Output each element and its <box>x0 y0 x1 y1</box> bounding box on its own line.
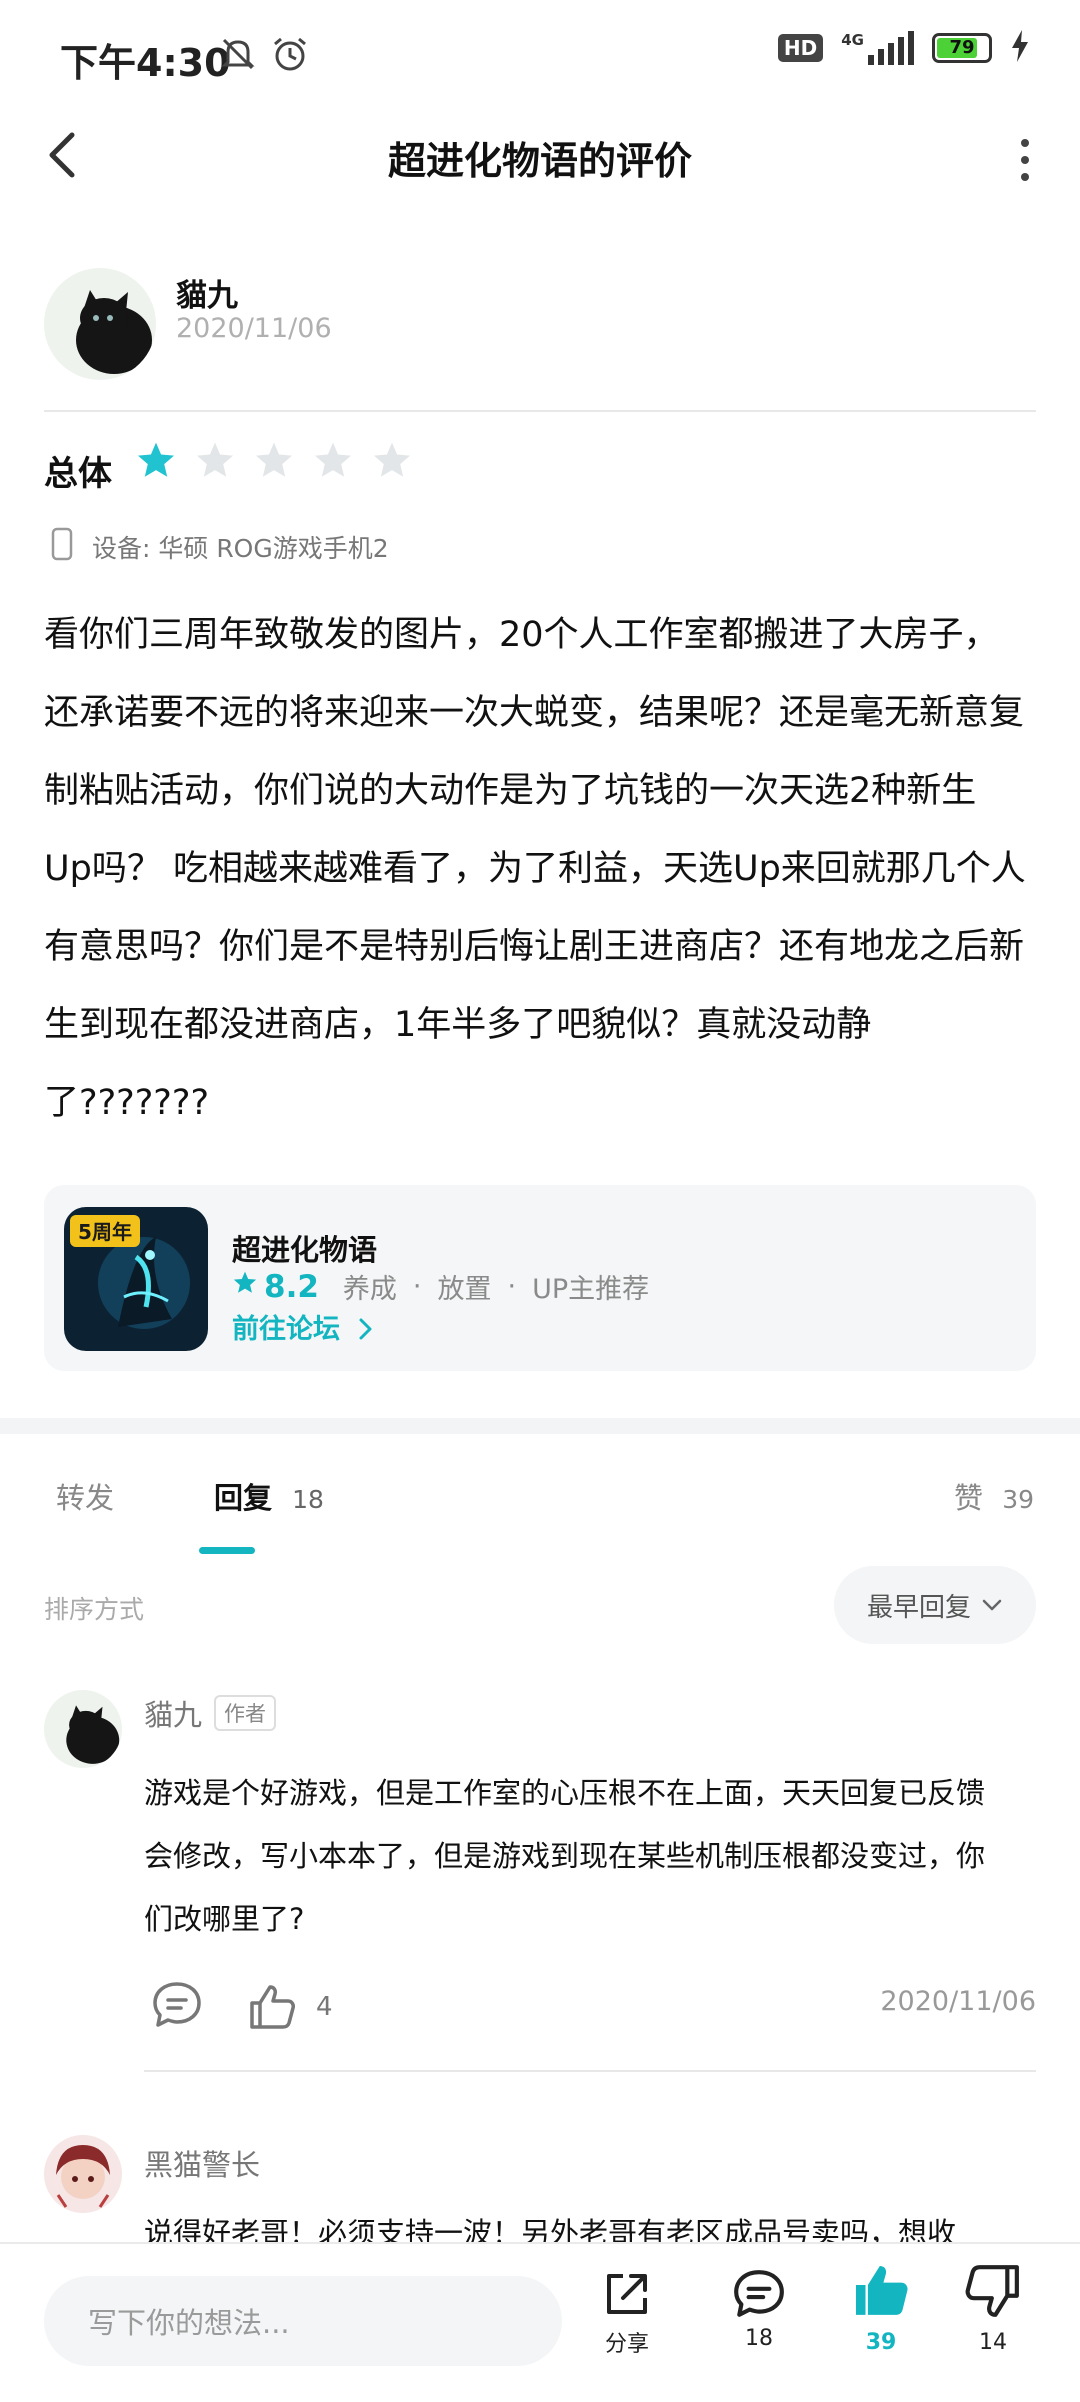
forum-link-label: 前往论坛 <box>232 1314 340 1345</box>
device-info: 设备: 华硕 ROG游戏手机2 <box>50 527 389 567</box>
review-line: 看你们三周年致敬发的图片，20个人工作室都搬进了大房子， <box>44 615 999 655</box>
star-empty-icon <box>196 442 234 477</box>
battery-icon: 79 <box>932 33 992 63</box>
status-icons: HD 4G 79 <box>777 30 1030 66</box>
author-name[interactable]: 貓九 <box>176 270 238 315</box>
tab-like-count: 39 <box>1002 1485 1034 1514</box>
tab-reply[interactable]: 回复 18 <box>214 1475 324 1517</box>
game-icon[interactable]: 5周年 <box>64 1207 208 1351</box>
game-tag: 放置 <box>437 1274 492 1305</box>
comment-like[interactable]: 4 <box>246 1981 333 2033</box>
star-empty-icon <box>255 442 293 477</box>
star-icon <box>232 1270 258 1303</box>
reply-icon[interactable] <box>150 1978 204 2036</box>
game-badge: 5周年 <box>78 1220 132 1244</box>
share-button[interactable]: 分享 <box>572 2266 682 2358</box>
review-text: 看你们三周年致敬发的图片，20个人工作室都搬进了大房子， 还承诺要不远的将来迎来… <box>44 596 1039 1142</box>
tab-like[interactable]: 赞 39 <box>954 1475 1034 1517</box>
comment-line: 会修改，写小本本了，但是游戏到现在某些机制压根都没变过，你 <box>144 1839 986 1873</box>
section-divider <box>0 1418 1080 1434</box>
comments-button[interactable]: 18 <box>704 2266 814 2351</box>
comment-line: 们改哪里了? <box>144 1902 305 1936</box>
tab-active-indicator <box>199 1547 255 1554</box>
like-button[interactable]: 39 <box>826 2260 936 2355</box>
game-name[interactable]: 超进化物语 <box>232 1227 377 1269</box>
thumbs-down-icon <box>965 2265 1019 2317</box>
tag-separator: · <box>412 1271 422 1302</box>
review-date: 2020/11/06 <box>176 313 332 344</box>
game-tag: UP主推荐 <box>532 1274 650 1305</box>
charging-icon <box>1010 30 1030 66</box>
review-line: 有意思吗？你们是不是特别后悔让剧王进商店？还有地龙之后新 <box>44 927 1025 967</box>
comment-text-clip: 说得好老哥！必须支持一波！另外老哥有老区成品号卖吗，想收 <box>144 2210 1044 2242</box>
sort-label: 排序方式 <box>44 1595 145 1624</box>
author-avatar[interactable] <box>44 268 156 380</box>
review-line: 还承诺要不远的将来迎来一次大蜕变，结果呢？还是毫无新意复 <box>44 693 1025 733</box>
commenter-avatar[interactable] <box>44 2135 122 2213</box>
more-options-icon[interactable] <box>1010 130 1040 190</box>
author-badge: 作者 <box>214 1695 277 1731</box>
comment-line: 游戏是个好游戏，但是工作室的心压根不在上面，天天回复已反馈 <box>144 1776 986 1810</box>
status-time: 下午4:30 <box>60 41 231 85</box>
star-filled-icon <box>137 442 175 477</box>
commenter-name[interactable]: 貓九 <box>144 1692 202 1734</box>
share-icon <box>607 2274 647 2314</box>
chevron-down-icon <box>981 1590 1003 1620</box>
hd-badge: HD <box>777 34 824 62</box>
thumbs-up-icon <box>250 1985 295 2029</box>
signal-icon: 4G <box>841 31 914 65</box>
sort-value: 最早回复 <box>866 1592 971 1623</box>
commenter-avatar[interactable] <box>44 1690 122 1768</box>
likes-count: 39 <box>865 2330 897 2355</box>
comment-text: 说得好老哥！必须支持一波！另外老哥有老区成品号卖吗，想收 <box>144 2216 957 2242</box>
bottom-bar: 写下你的想法... 分享 18 39 14 <box>0 2242 1080 2402</box>
game-card[interactable]: 5周年 超进化物语 8.2 养成 · 放置 · UP主推荐 前往论坛 <box>44 1185 1036 1371</box>
comment-input[interactable]: 写下你的想法... <box>44 2276 562 2366</box>
comment-icon <box>734 2270 784 2317</box>
star-empty-icon <box>314 442 352 477</box>
network-type: 4G <box>841 31 864 49</box>
star-empty-icon <box>373 442 411 477</box>
tag-separator: · <box>507 1271 517 1302</box>
status-bar: 下午4:30 HD 4G 79 <box>0 0 1080 110</box>
game-meta: 8.2 养成 · 放置 · UP主推荐 <box>232 1267 649 1306</box>
battery-level: 79 <box>949 37 975 58</box>
chevron-right-icon <box>349 1314 375 1345</box>
dislike-button[interactable]: 14 <box>938 2260 1048 2355</box>
share-label: 分享 <box>604 2332 649 2357</box>
rating-label: 总体 <box>44 454 112 494</box>
device-label: 设备: 华硕 ROG游戏手机2 <box>92 534 389 563</box>
review-line: Up吗？ 吃相越来越难看了，为了利益，天选Up来回就那几个人 <box>44 849 1026 889</box>
review-line: 制粘贴活动，你们说的大动作是为了坑钱的一次天选2种新生 <box>44 771 977 811</box>
dislikes-count: 14 <box>979 2330 1007 2355</box>
game-score: 8.2 <box>264 1268 319 1305</box>
commenter-name[interactable]: 黑猫警长 <box>144 2142 260 2184</box>
rating-stars <box>135 440 413 482</box>
divider <box>44 410 1036 412</box>
comment-input-placeholder: 写下你的想法... <box>88 2306 290 2340</box>
tab-reply-label: 回复 <box>214 1481 273 1515</box>
review-line: 生到现在都没进商店，1年半多了吧貌似？真就没动静 <box>44 1005 872 1045</box>
alarm-icon <box>270 34 310 78</box>
page-title: 超进化物语的评价 <box>387 139 692 183</box>
comment-like-count: 4 <box>316 1992 333 2022</box>
review-line: 了??????? <box>44 1083 210 1123</box>
comment-text: 游戏是个好游戏，但是工作室的心压根不在上面，天天回复已反馈 会修改，写小本本了，… <box>144 1762 1044 1951</box>
comments-count: 18 <box>745 2326 773 2351</box>
game-tag: 养成 <box>342 1274 397 1305</box>
comment-date: 2020/11/06 <box>880 1986 1036 2017</box>
tab-reply-count: 18 <box>292 1485 324 1514</box>
forum-link[interactable]: 前往论坛 <box>232 1307 375 1346</box>
comment-divider <box>144 2070 1036 2072</box>
thumbs-up-filled-icon <box>855 2265 908 2315</box>
tab-repost[interactable]: 转发 <box>56 1475 114 1517</box>
mute-icon <box>218 34 258 78</box>
phone-icon <box>50 527 74 567</box>
comment-header: 貓九 作者 <box>144 1692 277 1734</box>
comment-actions: 4 <box>150 1978 333 2036</box>
tab-like-label: 赞 <box>953 1481 983 1515</box>
sort-dropdown[interactable]: 最早回复 <box>834 1566 1036 1644</box>
